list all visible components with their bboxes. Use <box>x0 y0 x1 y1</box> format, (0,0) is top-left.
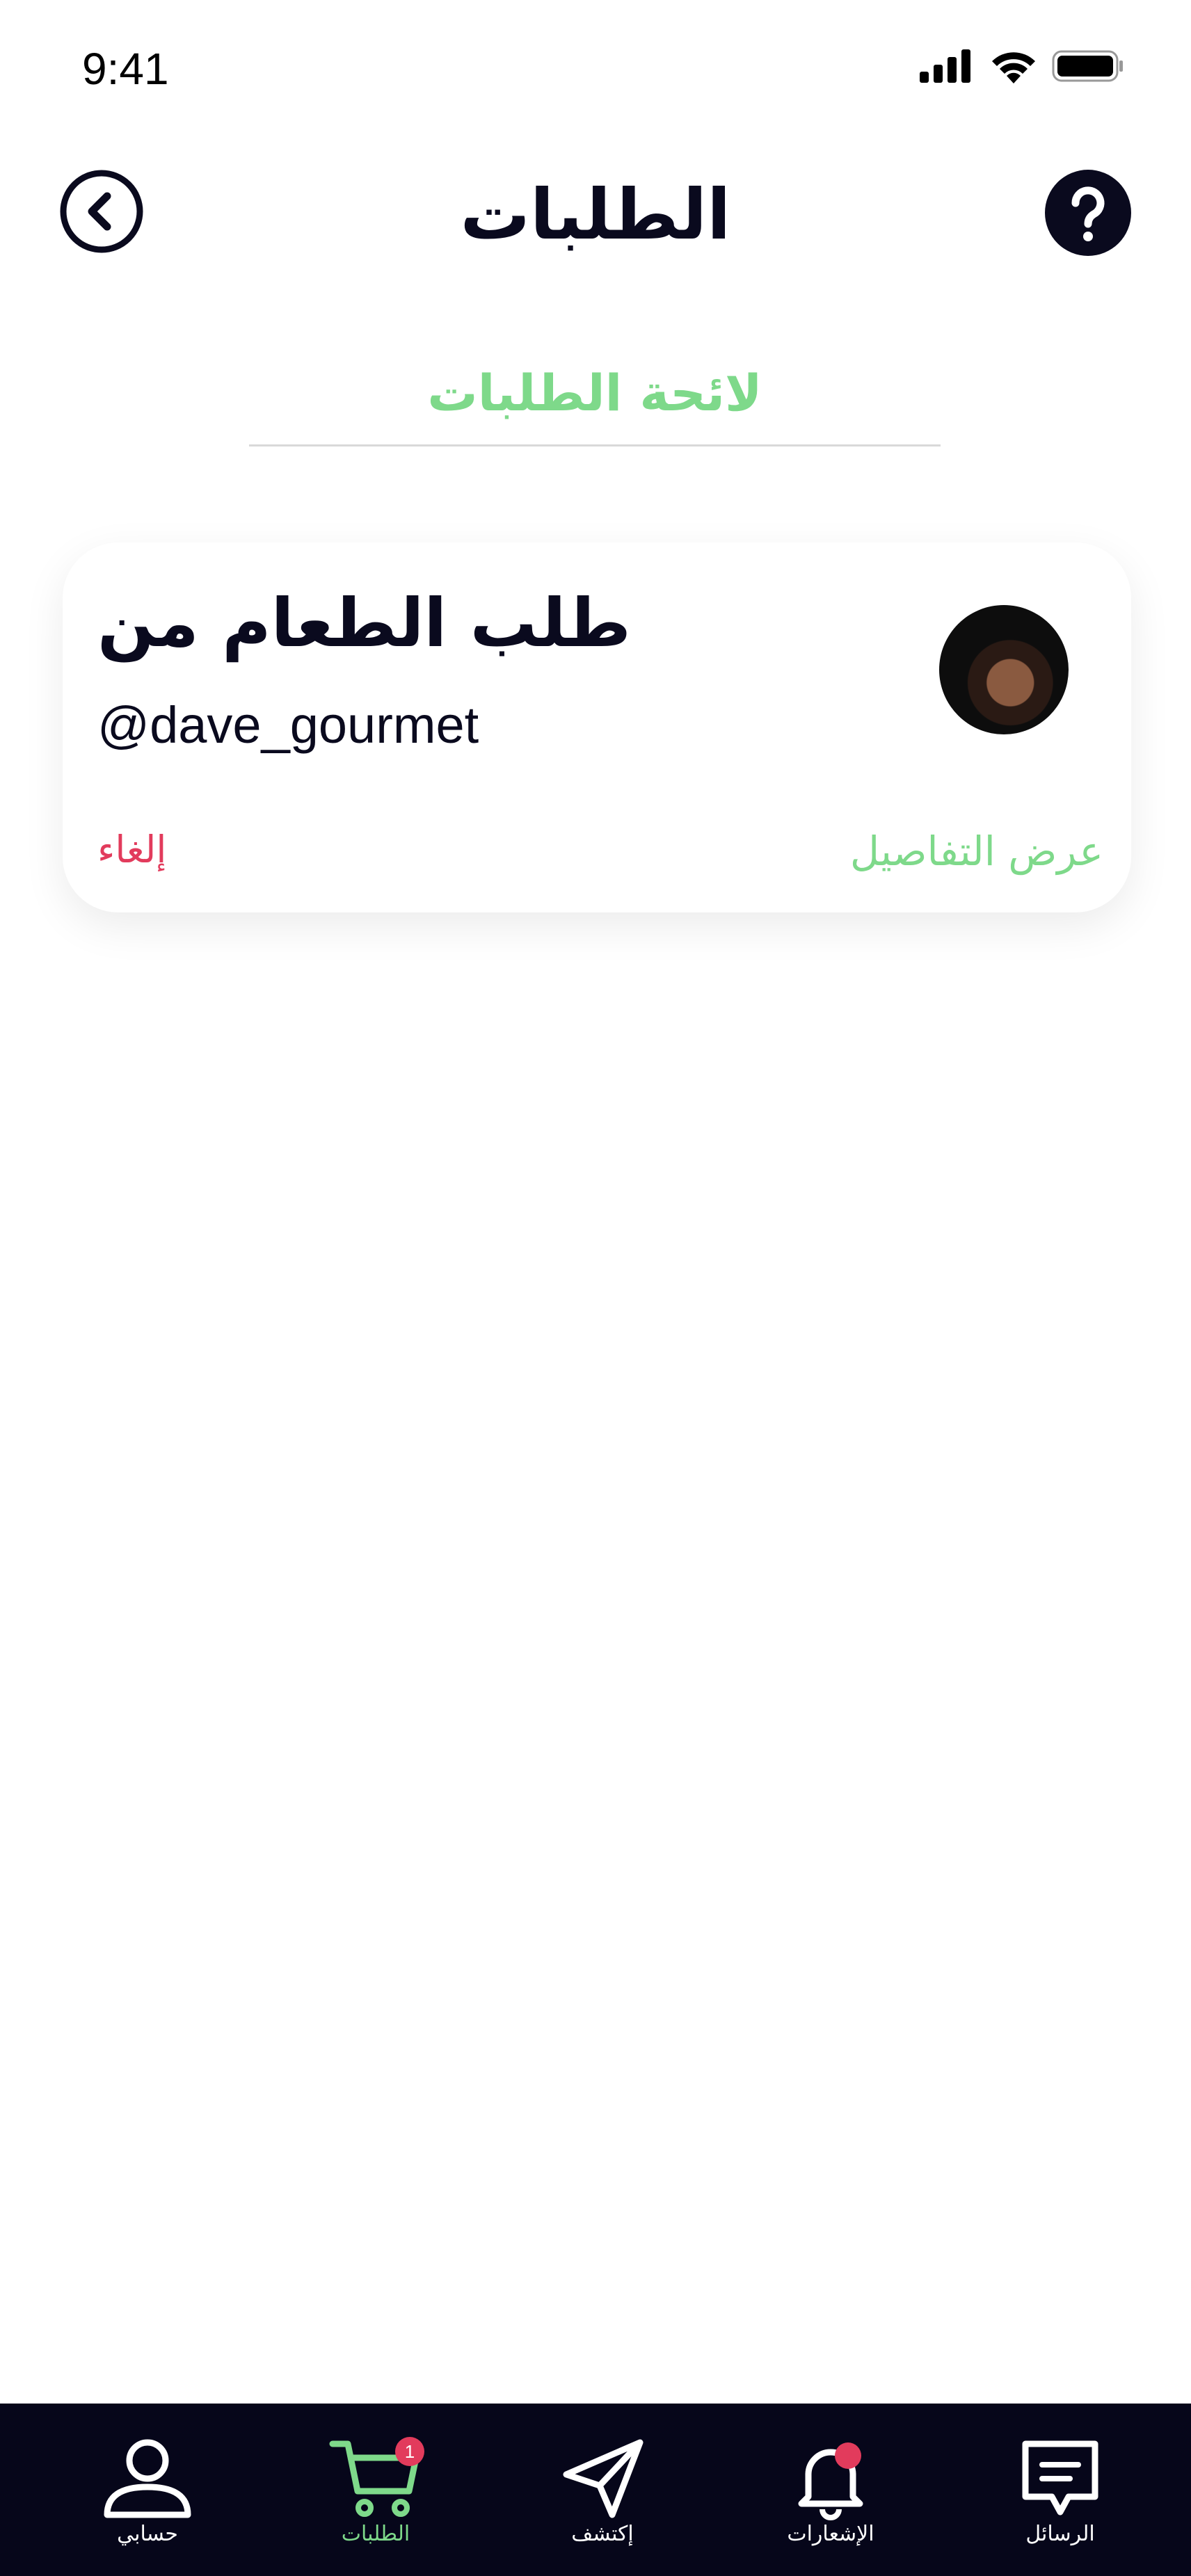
tab-label: لائحة الطلبات <box>427 364 762 422</box>
send-icon <box>563 2439 644 2518</box>
user-icon <box>104 2439 191 2518</box>
avatar <box>939 605 1069 734</box>
order-card: طلب الطعام من @dave_gourmet إلغاء عرض ال… <box>63 542 1131 912</box>
question-icon <box>1045 170 1131 256</box>
header: الطلبات <box>0 153 1191 278</box>
orders-badge: 1 <box>395 2437 424 2466</box>
nav-item-account[interactable]: حسابي <box>71 2404 224 2576</box>
nav-label-orders: الطلبات <box>341 2522 410 2546</box>
help-button[interactable] <box>1045 170 1131 256</box>
nav-item-messages[interactable]: الرسائل <box>984 2404 1137 2576</box>
status-bar: 9:41 <box>0 0 1191 139</box>
page-title: الطلبات <box>460 174 731 255</box>
order-username[interactable]: @dave_gourmet <box>97 695 479 755</box>
message-icon <box>1022 2440 1098 2515</box>
nav-item-notifications[interactable]: الإشعارات <box>754 2404 907 2576</box>
nav-label-messages: الرسائل <box>1025 2522 1095 2546</box>
status-icons <box>920 49 1124 83</box>
order-title: طلب الطعام من <box>97 584 631 662</box>
nav-item-explore[interactable]: إكتشف <box>526 2404 679 2576</box>
nav-label-explore: إكتشف <box>571 2522 634 2546</box>
nav-label-account: حسابي <box>117 2522 178 2546</box>
notification-dot <box>835 2442 861 2469</box>
signal-icon <box>920 49 970 83</box>
wifi-icon <box>992 52 1035 83</box>
view-details-button[interactable]: عرض التفاصيل <box>850 828 1103 875</box>
tab-underline <box>249 444 941 446</box>
battery-icon <box>1052 50 1123 82</box>
cancel-button[interactable]: إلغاء <box>97 828 166 871</box>
tab-orders-list[interactable]: لائحة الطلبات <box>249 348 941 446</box>
bell-icon <box>798 2449 863 2520</box>
bottom-nav: حسابي 1 الطلبات إكتشف الإشعارات الرسائل <box>0 2404 1191 2576</box>
nav-item-orders[interactable]: 1 الطلبات <box>299 2404 452 2576</box>
nav-label-notifications: الإشعارات <box>787 2522 874 2546</box>
status-time: 9:41 <box>82 44 169 94</box>
